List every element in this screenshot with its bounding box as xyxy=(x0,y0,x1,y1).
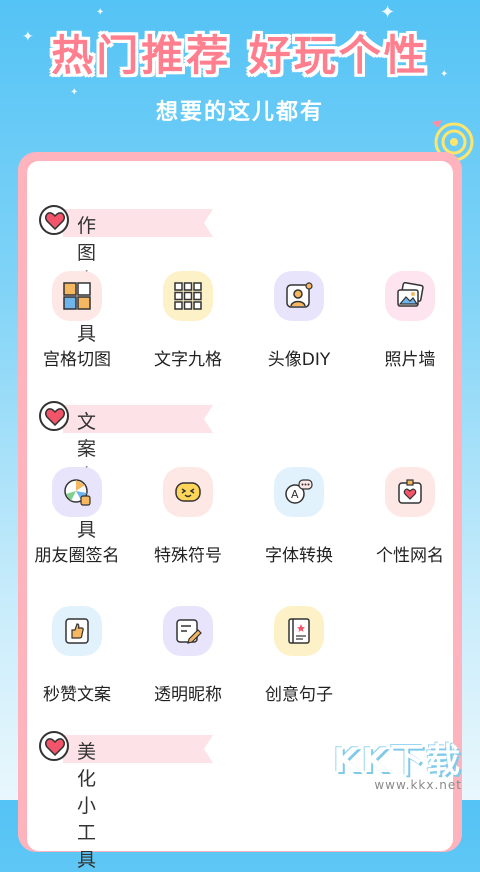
section-label: 美化小工具 xyxy=(77,741,103,871)
tool-label: 秒赞文案 xyxy=(43,685,111,705)
heart-icon xyxy=(39,205,69,235)
tool-label: 特殊符号 xyxy=(154,546,222,566)
creative-book-icon xyxy=(274,606,324,656)
tool-nine-grid-text[interactable]: 文字九格 xyxy=(133,271,243,370)
thumbs-up-icon xyxy=(52,606,102,656)
tool-label: 文字九格 xyxy=(154,350,222,370)
sparkle-icon: ✦ xyxy=(380,2,396,23)
tool-special-symbols[interactable]: 特殊符号 xyxy=(133,467,243,566)
tool-label: 照片墙 xyxy=(384,350,436,370)
tool-transparent-nickname[interactable]: 透明昵称 xyxy=(133,606,243,705)
banner-subtitle: 想要的这儿都有 xyxy=(155,100,324,125)
avatar-diy-icon xyxy=(274,271,324,321)
grid-split-icon xyxy=(52,271,102,321)
banner-title: 热门推荐 好玩个性 xyxy=(51,31,429,80)
tool-label: 创意句子 xyxy=(265,685,333,705)
tool-instant-like-copy[interactable]: 秒赞文案 xyxy=(22,606,132,705)
nickname-card-icon xyxy=(385,467,435,517)
watermark: KK下载 www.kkx.net xyxy=(333,733,462,792)
heart-icon xyxy=(39,731,69,761)
tool-label: 宫格切图 xyxy=(43,350,111,370)
svg-text:A: A xyxy=(291,488,299,501)
font-convert-icon: A xyxy=(274,467,324,517)
emoji-symbol-icon xyxy=(163,467,213,517)
heart-icon xyxy=(39,401,69,431)
tool-label: 透明昵称 xyxy=(154,685,222,705)
watermark-logo: KK下载 xyxy=(333,741,462,781)
tool-creative-sentences[interactable]: 创意句子 xyxy=(244,606,354,705)
tool-avatar-diy[interactable]: 头像DIY xyxy=(244,271,354,370)
tool-moments-signature[interactable]: 朋友圈签名 xyxy=(22,467,132,566)
nine-grid-text-icon xyxy=(163,271,213,321)
tool-personal-nickname[interactable]: 个性网名 xyxy=(355,467,465,566)
tool-font-convert[interactable]: A 字体转换 xyxy=(244,467,354,566)
moments-signature-icon xyxy=(52,467,102,517)
tool-label: 个性网名 xyxy=(376,546,444,566)
tool-label: 头像DIY xyxy=(267,350,331,370)
sparkle-icon: ✦ xyxy=(96,7,105,18)
photo-wall-icon xyxy=(385,271,435,321)
tool-grid-split[interactable]: 宫格切图 xyxy=(22,271,132,370)
transparent-name-icon xyxy=(163,606,213,656)
tool-label: 朋友圈签名 xyxy=(34,546,120,566)
tool-photo-wall[interactable]: 照片墙 xyxy=(355,271,465,370)
tool-label: 字体转换 xyxy=(265,546,333,566)
